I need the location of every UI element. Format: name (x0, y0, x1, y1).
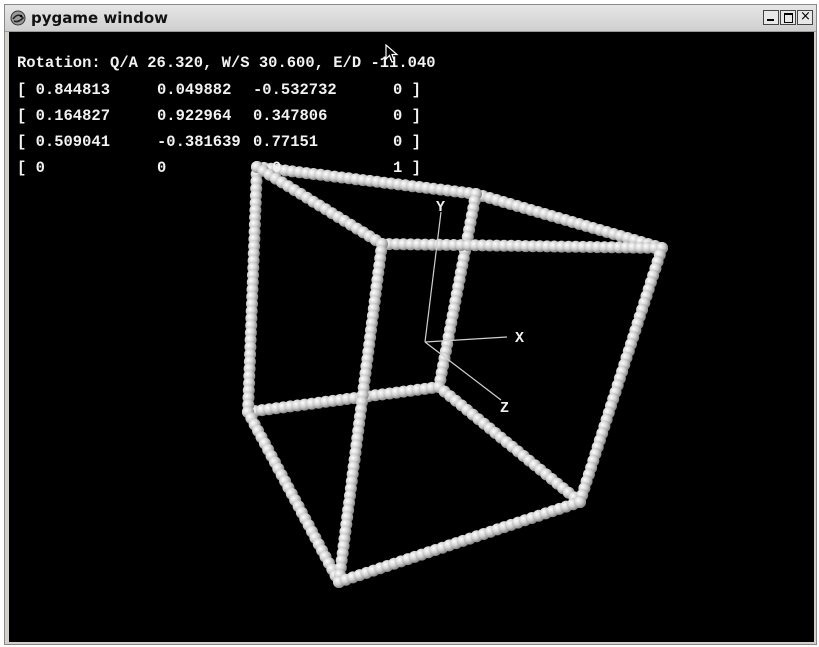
z-axis-label: Z (500, 400, 510, 417)
mouse-cursor-icon (385, 44, 399, 63)
matrix-cell: 0 ] (393, 133, 421, 151)
bead (574, 496, 586, 508)
matrix-cell: [ 0.164827 (17, 107, 111, 125)
matrix-cell: 0 ] (393, 107, 421, 125)
close-icon[interactable]: × (797, 9, 813, 25)
window-title: pygame window (31, 9, 168, 27)
y-axis-label: Y (436, 199, 446, 216)
matrix-cell: 0.049882 (157, 81, 232, 99)
matrix-cell: 0.347806 (253, 107, 328, 125)
matrix-cell: -0.381639 (157, 133, 241, 151)
title-bar[interactable]: pygame window × (5, 5, 816, 32)
bead-cube-wireframe (242, 161, 668, 588)
y-axis-line (424, 211, 442, 343)
matrix-cell: 0.922964 (157, 107, 232, 125)
matrix-cell: -0.532732 (253, 81, 337, 99)
matrix-cell: 1 ] (393, 159, 421, 177)
rotation-readout: Rotation: Q/A 26.320, W/S 30.600, E/D -1… (17, 54, 436, 72)
matrix-cell: 0 (272, 159, 282, 177)
pygame-window: pygame window × Y X Z Rotation: Q/A 26.3… (4, 4, 817, 645)
matrix-cell: [ 0.844813 (17, 81, 111, 99)
matrix-cell: 0.77151 (253, 133, 319, 151)
render-viewport[interactable]: Y X Z Rotation: Q/A 26.320, W/S 30.600, … (9, 32, 814, 642)
matrix-cell: 0 (157, 159, 167, 177)
x-axis-label: X (515, 330, 525, 347)
minimize-icon[interactable] (763, 10, 779, 25)
matrix-cell: [ 0 (17, 159, 45, 177)
maximize-icon[interactable] (780, 10, 796, 25)
x-axis-line (424, 336, 508, 343)
matrix-cell: 0 ] (393, 81, 421, 99)
pygame-snake-icon (10, 10, 26, 26)
matrix-cell: [ 0.509041 (17, 133, 111, 151)
